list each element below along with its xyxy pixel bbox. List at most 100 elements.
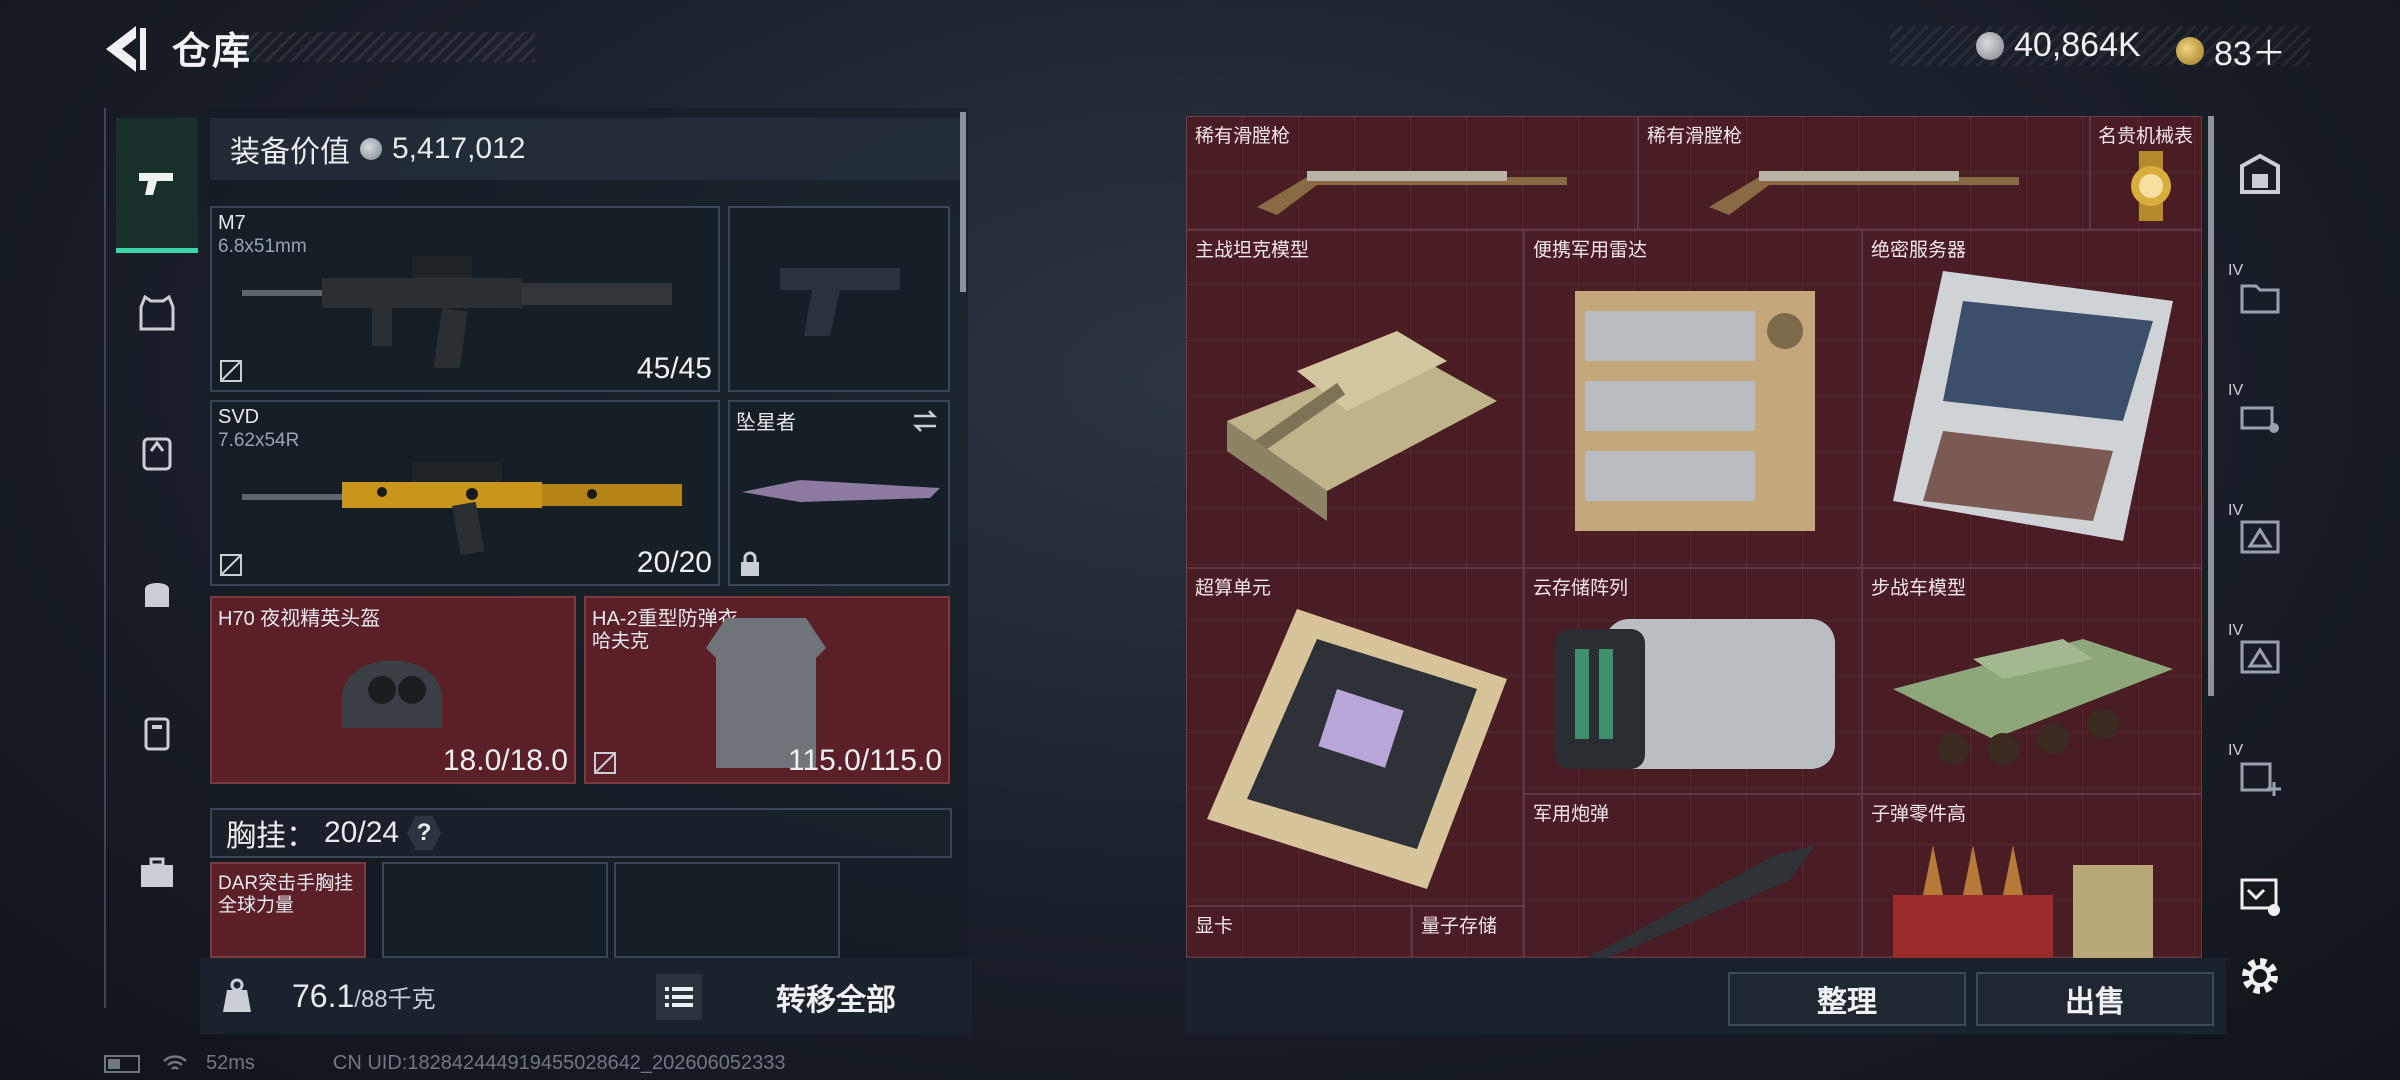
item-label: 显卡 <box>1195 916 1234 937</box>
settings-button[interactable] <box>2226 936 2294 1016</box>
ammo-count: 20/20 <box>636 546 712 579</box>
backpack-icon <box>142 437 172 471</box>
ping: 52ms <box>206 1052 255 1074</box>
chest-rig-label: 胸挂： <box>226 820 316 853</box>
lock-icon <box>741 551 759 576</box>
rifle-svd-icon <box>242 462 682 556</box>
stash-item-military-shell[interactable]: 军用炮弹 <box>1524 794 1862 958</box>
nav-safe-box[interactable] <box>2226 136 2294 216</box>
stash-item-bullet-parts[interactable]: 子弹零件高 <box>1862 794 2202 958</box>
gear-icon <box>2242 958 2278 994</box>
stash-item-quantum-storage[interactable]: 量子存储 <box>1412 906 1524 958</box>
armor-slot[interactable]: HA-2重型防弹衣 哈夫克 115.0/115.0 <box>584 596 950 784</box>
radar-icon <box>1575 291 1815 531</box>
musket-icon <box>1257 171 1567 215</box>
sort-button[interactable]: 整理 <box>1728 972 1966 1026</box>
triangle-coin-icon <box>2176 36 2204 65</box>
currency-hafu-coin[interactable]: 40,864K <box>1976 26 2141 65</box>
case-icon <box>144 717 170 751</box>
knife-icon <box>742 480 940 502</box>
nav-weapons[interactable] <box>116 118 198 253</box>
nav-backpack-a[interactable] <box>116 388 198 518</box>
user-uid: CN UID:18284244491945502864​2_2026060523… <box>332 1052 786 1074</box>
currency-triangle-coin[interactable]: 83＋ <box>2176 26 2286 75</box>
weapon-name: M7 <box>218 212 246 234</box>
melee-name: 坠星者 <box>736 412 796 434</box>
tier-label: IV <box>2228 262 2244 279</box>
status-bar: 52ms CN UID:18284244491945502864​2_20260… <box>104 1052 786 1075</box>
chest-rig-cell[interactable] <box>614 862 840 958</box>
add-storage-icon <box>2240 762 2281 796</box>
helmet-slot[interactable]: H70 夜视精英头盔 18.0/18.0 <box>210 596 576 784</box>
stash-scrollbar[interactable] <box>2208 116 2214 696</box>
item-label: 军用炮弹 <box>1533 804 1610 825</box>
pistol-icon <box>139 173 173 195</box>
melee-slot[interactable]: 坠星者 <box>728 400 950 586</box>
stash-item-gpu[interactable]: 显卡 <box>1186 906 1412 958</box>
folder-icon <box>2240 284 2280 314</box>
nav-storage-2[interactable]: IV <box>2226 376 2294 456</box>
nav-filter[interactable] <box>2226 856 2294 936</box>
pistol-placeholder-icon <box>780 268 900 336</box>
chest-rig-capacity: 20/24 <box>324 816 400 849</box>
transfer-all-button[interactable]: 转移全部 <box>712 970 960 1024</box>
item-label: 子弹零件高 <box>1871 804 1967 825</box>
sell-button[interactable]: 出售 <box>1976 972 2214 1026</box>
hafu-coin-icon <box>1976 31 2004 60</box>
stash-item-server[interactable]: 绝密服务器 <box>1862 230 2202 568</box>
stash-item-supercomputer-unit[interactable]: 超算单元 <box>1186 568 1524 906</box>
safe-box-icon <box>2240 153 2280 194</box>
stash-item-watch[interactable]: 名贵机械表 <box>2090 116 2202 230</box>
back-arrow-icon <box>106 26 146 72</box>
item-label: 稀有滑膛枪 <box>1195 126 1291 147</box>
triangle-coin-amount: 83＋ <box>2214 35 2286 73</box>
stash-item-radar[interactable]: 便携军用雷达 <box>1524 230 1862 568</box>
chest-rig-cell[interactable] <box>382 862 608 958</box>
truck-box-icon <box>2240 406 2279 433</box>
item-label: 超算单元 <box>1195 578 1272 599</box>
vest-icon <box>139 294 175 331</box>
no-repair-icon <box>594 752 616 774</box>
filter-icon <box>2240 878 2280 916</box>
item-label: 云存储阵列 <box>1533 578 1629 599</box>
back-button[interactable] <box>100 22 150 76</box>
bag-icon <box>145 583 169 607</box>
secondary-weapon-slot[interactable]: SVD 7.62x54R 20/20 <box>210 400 720 586</box>
nav-vest[interactable] <box>116 248 198 378</box>
triangle-box-icon <box>2240 520 2280 554</box>
watch-icon <box>2131 151 2171 221</box>
wifi-icon <box>163 1054 187 1070</box>
stash-item-ifv-model[interactable]: 步战车模型 <box>1862 568 2202 794</box>
tank-icon <box>1227 331 1497 521</box>
gear-scrollbar[interactable] <box>960 112 966 292</box>
battery-icon <box>104 1054 140 1073</box>
list-icon <box>665 987 693 1007</box>
stash-item-tank-model[interactable]: 主战坦克模型 <box>1186 230 1524 568</box>
item-label: 便携军用雷达 <box>1533 240 1648 261</box>
nav-toolbox[interactable] <box>116 808 198 938</box>
stash-item-musket[interactable]: 稀有滑膛枪 <box>1638 116 2090 230</box>
tier-label: IV <box>2228 622 2244 639</box>
nav-storage-1[interactable]: IV <box>2226 256 2294 336</box>
nav-storage-3[interactable]: IV <box>2226 496 2294 576</box>
nav-bag[interactable] <box>116 528 198 658</box>
title-decoration <box>235 32 535 62</box>
stash-item-musket[interactable]: 稀有滑膛枪 <box>1186 116 1638 230</box>
tier-label: IV <box>2228 742 2244 759</box>
pistol-slot[interactable] <box>728 206 950 392</box>
chest-rig-item[interactable]: DAR突击手胸挂 全球力量 <box>210 862 366 958</box>
stash-item-cloud-storage-array[interactable]: 云存储阵列 <box>1524 568 1862 794</box>
hafu-coin-amount: 40,864K <box>2014 26 2141 64</box>
musket-icon <box>1709 171 2019 215</box>
nav-case[interactable] <box>116 668 198 798</box>
nav-storage-add[interactable]: IV <box>2226 736 2294 816</box>
help-icon[interactable]: ? <box>407 816 442 850</box>
nav-storage-4[interactable]: IV <box>2226 616 2294 696</box>
list-view-button[interactable] <box>656 974 702 1020</box>
item-label: 主战坦克模型 <box>1195 240 1310 261</box>
armor-brand: 哈夫克 <box>592 631 650 652</box>
primary-weapon-slot[interactable]: M7 6.8x51mm 45/45 <box>210 206 720 392</box>
item-label: 稀有滑膛枪 <box>1647 126 1743 147</box>
item-label: 名贵机械表 <box>2097 126 2193 147</box>
gear-value: 5,417,012 <box>392 132 526 165</box>
